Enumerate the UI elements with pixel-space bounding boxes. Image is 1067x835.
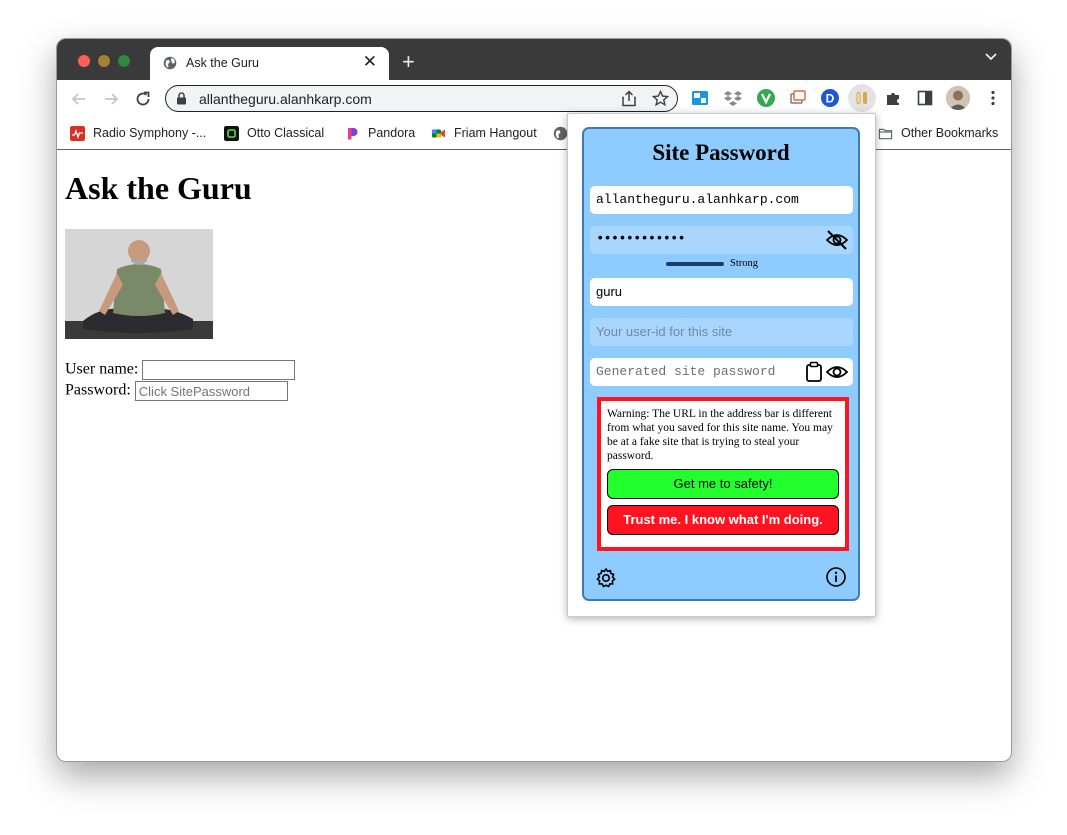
password-label: Password: — [65, 381, 131, 399]
generated-password-field[interactable]: Generated site password — [590, 358, 853, 386]
phishing-warning: Warning: The URL in the address bar is d… — [597, 397, 849, 551]
trust-me-button[interactable]: Trust me. I know what I'm doing. — [607, 505, 839, 535]
username-row: User name: — [65, 360, 296, 380]
profile-avatar[interactable] — [946, 86, 970, 110]
strength-label: Strong — [730, 258, 759, 269]
pandora-icon — [348, 127, 358, 139]
bookmark-label: Radio Symphony -... — [93, 126, 207, 140]
gear-icon[interactable] — [595, 567, 617, 589]
page-title: Ask the Guru — [65, 170, 252, 206]
password-row: Password: — [65, 381, 288, 401]
otto-icon — [224, 125, 239, 141]
warning-text: Warning: The URL in the address bar is d… — [607, 408, 833, 462]
globe-icon — [163, 56, 177, 70]
radio-icon — [70, 125, 85, 141]
userid-placeholder: Your user-id for this site — [596, 324, 733, 339]
tab-ask-the-guru[interactable]: Ask the Guru ✕ — [150, 47, 389, 80]
userid-field[interactable]: Your user-id for this site — [590, 318, 853, 346]
chevron-down-icon[interactable] — [985, 53, 997, 61]
bookmark-label: Friam Hangout — [454, 126, 537, 140]
tab-title: Ask the Guru — [186, 56, 259, 70]
password-input[interactable] — [134, 381, 288, 401]
eye-slash-icon[interactable] — [825, 229, 849, 251]
popup-title: Site Password — [652, 140, 790, 165]
vpn-shield-icon[interactable] — [756, 88, 776, 108]
folder-icon — [878, 128, 893, 139]
back-icon[interactable] — [69, 89, 89, 109]
minimize-window-button[interactable] — [98, 55, 110, 67]
bookmark-friam-hangout[interactable]: Friam Hangout — [431, 124, 537, 142]
sitepassword-panel: Site Password allantheguru.alanhkarp.com… — [582, 127, 860, 601]
clipboard-icon[interactable] — [805, 361, 823, 383]
generated-password-placeholder: Generated site password — [596, 364, 776, 379]
globe-icon[interactable] — [553, 126, 568, 141]
meet-icon — [432, 129, 445, 137]
close-window-button[interactable] — [78, 55, 90, 67]
domain-field[interactable]: allantheguru.alanhkarp.com — [590, 186, 853, 214]
eye-icon[interactable] — [825, 361, 849, 383]
username-label: User name: — [65, 360, 139, 378]
puzzle-icon[interactable] — [883, 88, 903, 108]
bookmark-radio-symphony[interactable]: Radio Symphony -... — [70, 124, 206, 142]
username-input[interactable] — [142, 360, 296, 380]
side-panel-icon[interactable] — [915, 88, 935, 108]
star-icon[interactable] — [652, 90, 669, 107]
strength-meter — [666, 262, 724, 266]
reload-icon[interactable] — [133, 89, 153, 109]
kebab-menu-icon[interactable] — [983, 88, 1003, 108]
info-icon[interactable] — [825, 566, 847, 588]
super-password-field[interactable]: •••••••••••• — [590, 226, 853, 254]
sitename-field[interactable]: guru — [590, 278, 853, 306]
other-bookmarks-folder[interactable]: Other Bookmarks — [878, 124, 998, 142]
new-tab-button[interactable]: + — [402, 51, 415, 73]
tab-bar: Ask the Guru ✕ + — [57, 39, 1011, 80]
other-bookmarks-label: Other Bookmarks — [901, 126, 999, 140]
svg-text:D: D — [826, 92, 835, 106]
zoom-window-button[interactable] — [118, 55, 130, 67]
guru-photo — [65, 229, 213, 339]
share-icon[interactable] — [621, 90, 637, 107]
bookmark-label: Otto Classical — [247, 126, 325, 140]
sitepassword-popup: Site Password allantheguru.alanhkarp.com… — [567, 113, 876, 617]
cast-tabs-icon[interactable] — [788, 88, 808, 108]
sitepassword-extension-icon[interactable] — [848, 84, 876, 112]
lock-icon[interactable] — [176, 92, 187, 105]
d-extension-icon[interactable]: D — [820, 88, 840, 108]
url-text: allantheguru.alanhkarp.com — [199, 91, 372, 107]
address-bar[interactable]: allantheguru.alanhkarp.com — [165, 85, 678, 112]
close-tab-icon[interactable]: ✕ — [363, 53, 377, 71]
bookmark-label: Pandora — [368, 126, 416, 140]
get-me-to-safety-button[interactable]: Get me to safety! — [607, 469, 839, 499]
super-password-value: •••••••••••• — [596, 231, 686, 247]
sitename-value: guru — [596, 284, 623, 299]
forward-icon[interactable] — [101, 89, 121, 109]
extension-display-icon[interactable] — [690, 88, 710, 108]
bookmark-pandora[interactable]: Pandora — [345, 124, 415, 142]
dropbox-icon[interactable] — [723, 88, 743, 108]
bookmark-otto-classical[interactable]: Otto Classical — [224, 124, 324, 142]
domain-value: allantheguru.alanhkarp.com — [596, 192, 799, 207]
